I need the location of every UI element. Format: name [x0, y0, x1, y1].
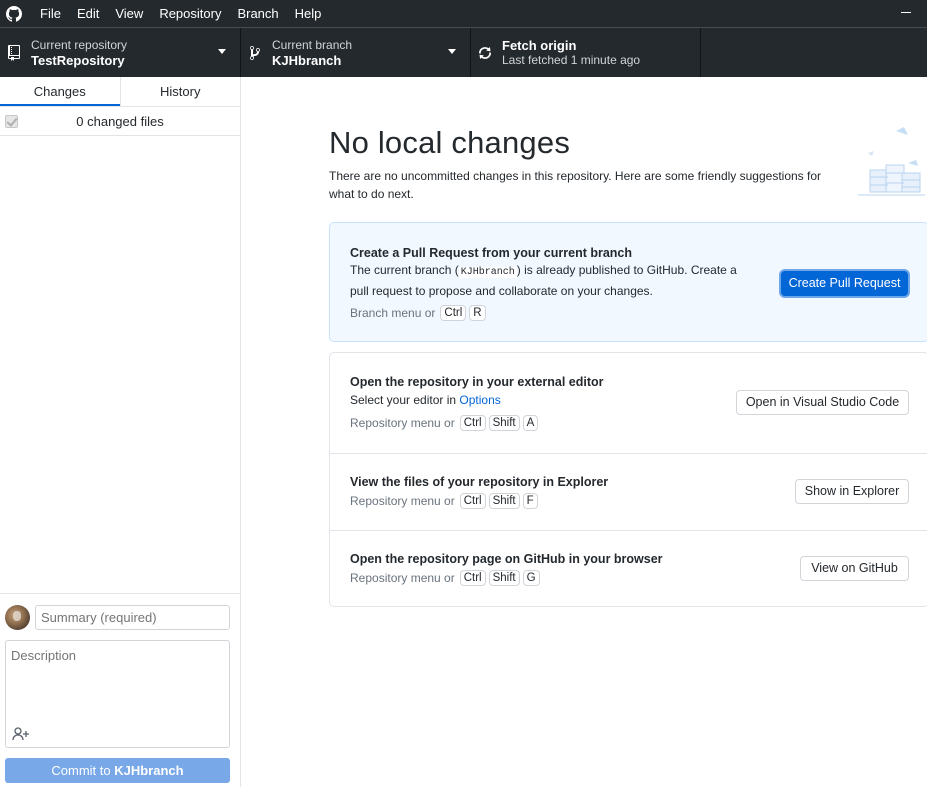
- sidebar: Changes History 0 changed files Commit t…: [0, 77, 241, 787]
- menu-file[interactable]: File: [32, 0, 69, 27]
- repository-label: Current repository: [31, 37, 128, 52]
- tab-changes[interactable]: Changes: [0, 77, 120, 106]
- list-item-view-github: Open the repository page on GitHub in yo…: [330, 531, 927, 607]
- caret-down-icon: [218, 49, 226, 54]
- repository-name: TestRepository: [31, 52, 125, 68]
- explorer-shortcut: Repository menu or Ctrl Shift F: [350, 493, 538, 509]
- current-repository-dropdown[interactable]: Current repository TestRepository: [0, 28, 241, 77]
- kbd-ctrl: Ctrl: [459, 415, 486, 431]
- kbd-ctrl: Ctrl: [459, 493, 486, 509]
- page-title: No local changes: [329, 125, 571, 160]
- kbd-g: G: [522, 570, 540, 586]
- github-row-title: Open the repository page on GitHub in yo…: [350, 552, 663, 566]
- changes-list-header: 0 changed files: [0, 107, 240, 136]
- pr-shortcut: Branch menu or Ctrl R: [350, 305, 486, 321]
- commit-description-box: [5, 640, 230, 748]
- list-item-show-explorer: View the files of your repository in Exp…: [330, 454, 927, 530]
- commit-description-input[interactable]: [6, 641, 229, 721]
- open-in-editor-button[interactable]: Open in Visual Studio Code: [736, 390, 909, 415]
- pr-card-description: The current branch (KJHbranch) is alread…: [350, 261, 770, 301]
- current-branch-dropdown[interactable]: Current branch KJHbranch: [241, 28, 471, 77]
- pr-desc-branch-code: KJHbranch: [458, 267, 517, 278]
- kbd-shift: Shift: [488, 415, 520, 431]
- editor-shortcut-prefix: Repository menu or: [350, 416, 455, 430]
- kbd-ctrl: Ctrl: [440, 305, 467, 321]
- main-panel: No local changes There are no uncommitte…: [241, 77, 927, 787]
- sidebar-tabs: Changes History: [0, 77, 240, 107]
- create-pull-request-button[interactable]: Create Pull Request: [781, 271, 908, 296]
- pr-shortcut-prefix: Branch menu or: [350, 306, 436, 320]
- kbd-shift: Shift: [488, 493, 520, 509]
- minimize-window-icon[interactable]: [901, 12, 911, 13]
- branch-name: KJHbranch: [272, 52, 342, 68]
- view-on-github-button[interactable]: View on GitHub: [800, 556, 909, 581]
- git-branch-icon: [248, 44, 262, 62]
- kbd-f: F: [522, 493, 538, 509]
- commit-button[interactable]: Commit to KJHbranch: [5, 758, 230, 783]
- caret-down-icon: [448, 49, 456, 54]
- github-logo-icon: [0, 0, 28, 27]
- commit-summary-input[interactable]: [35, 605, 230, 630]
- fetch-last-fetched: Last fetched 1 minute ago: [502, 52, 641, 67]
- explorer-shortcut-prefix: Repository menu or: [350, 494, 455, 508]
- kbd-shift: Shift: [488, 570, 520, 586]
- commit-button-prefix: Commit to: [51, 763, 115, 778]
- pr-desc-after: ) is already published to GitHub. Create…: [516, 263, 737, 277]
- kbd-a: A: [522, 415, 539, 431]
- list-item-open-editor: Open the repository in your external edi…: [330, 353, 927, 453]
- options-link[interactable]: Options: [459, 393, 500, 407]
- pr-desc-before: The current branch (: [350, 263, 459, 277]
- menu-repository[interactable]: Repository: [151, 0, 229, 27]
- editor-row-description: Select your editor in Options: [350, 391, 501, 410]
- github-shortcut: Repository menu or Ctrl Shift G: [350, 570, 540, 586]
- menu-help[interactable]: Help: [287, 0, 330, 27]
- menu-edit[interactable]: Edit: [69, 0, 107, 27]
- tab-history[interactable]: History: [119, 77, 241, 106]
- avatar: [5, 605, 30, 630]
- select-all-checkbox[interactable]: [5, 115, 18, 128]
- empty-state-illustration-icon: [856, 125, 927, 205]
- pr-card-title: Create a Pull Request from your current …: [350, 246, 633, 260]
- commit-message-area: Commit to KJHbranch: [0, 593, 240, 787]
- toolbar: Current repository TestRepository Curren…: [0, 27, 927, 77]
- kbd-ctrl: Ctrl: [459, 570, 486, 586]
- kbd-r: R: [469, 305, 486, 321]
- explorer-row-title: View the files of your repository in Exp…: [350, 475, 609, 489]
- add-coauthor-icon[interactable]: [12, 727, 30, 741]
- github-shortcut-prefix: Repository menu or: [350, 571, 455, 585]
- repository-icon: [7, 44, 21, 62]
- pr-desc-line2: pull request to propose and collaborate …: [350, 284, 653, 298]
- changed-files-count: 0 changed files: [76, 113, 164, 129]
- fetch-title: Fetch origin: [502, 37, 577, 53]
- page-subtitle: There are no uncommitted changes in this…: [329, 169, 822, 201]
- suggestions-card: Open the repository in your external edi…: [329, 352, 927, 607]
- sync-icon: [478, 44, 492, 62]
- create-pull-request-card: Create a Pull Request from your current …: [329, 222, 927, 342]
- show-in-explorer-button[interactable]: Show in Explorer: [795, 479, 909, 504]
- editor-shortcut: Repository menu or Ctrl Shift A: [350, 415, 539, 431]
- menu-branch[interactable]: Branch: [229, 0, 286, 27]
- editor-desc-prefix: Select your editor in: [350, 393, 460, 407]
- editor-row-title: Open the repository in your external edi…: [350, 375, 604, 389]
- menu-view[interactable]: View: [107, 0, 151, 27]
- fetch-origin-button[interactable]: Fetch origin Last fetched 1 minute ago: [471, 28, 701, 77]
- commit-button-branch: KJHbranch: [114, 763, 184, 778]
- branch-label: Current branch: [272, 37, 353, 52]
- title-menu-bar: File Edit View Repository Branch Help: [0, 0, 927, 27]
